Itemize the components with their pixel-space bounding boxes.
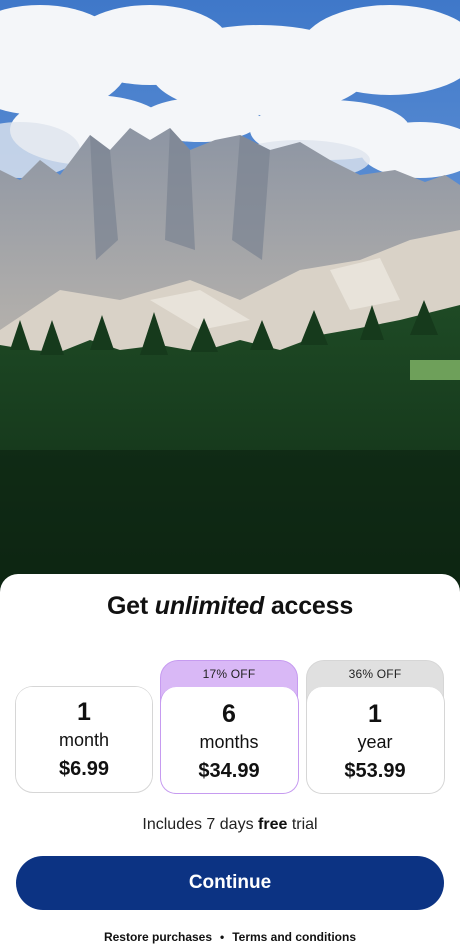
- trial-prefix: Includes 7 days: [142, 816, 259, 833]
- plan-price: $34.99: [198, 760, 260, 782]
- paywall-headline: Get unlimited access: [0, 592, 460, 621]
- plan-unit: year: [357, 732, 393, 752]
- plan-unit: months: [199, 732, 259, 752]
- trial-note: Includes 7 days free trial: [0, 816, 460, 834]
- trial-suffix: trial: [287, 816, 318, 833]
- plan-unit: month: [58, 730, 110, 750]
- plan-card: 6 months $34.99: [159, 687, 299, 794]
- plan-option-6-months[interactable]: 17% OFF 6 months $34.99: [159, 660, 299, 794]
- plan-quantity: 6: [222, 700, 236, 728]
- separator-dot: •: [220, 930, 225, 944]
- restore-purchases-link[interactable]: Restore purchases: [104, 930, 212, 944]
- discount-badge: 17% OFF: [202, 667, 256, 681]
- headline-suffix: access: [264, 592, 354, 620]
- discount-badge: 36% OFF: [348, 667, 402, 681]
- plan-price: $53.99: [344, 760, 406, 782]
- trial-bold: free: [258, 816, 288, 833]
- plan-quantity: 1: [77, 698, 91, 726]
- headline-emphasis: unlimited: [154, 592, 265, 620]
- terms-link[interactable]: Terms and conditions: [232, 930, 356, 944]
- plan-price: $6.99: [58, 758, 110, 780]
- headline-prefix: Get: [106, 592, 155, 620]
- continue-button[interactable]: Continue: [16, 856, 444, 910]
- plan-option-1-year[interactable]: 36% OFF 1 year $53.99: [305, 660, 445, 794]
- plan-option-1-month[interactable]: 1 month $6.99: [15, 686, 153, 793]
- footer-links: Restore purchases • Terms and conditions: [0, 930, 460, 944]
- hero-image: [0, 0, 460, 600]
- plan-quantity: 1: [368, 700, 382, 728]
- plan-card: 1 month $6.99: [16, 687, 152, 791]
- plan-card: 1 year $53.99: [305, 687, 445, 794]
